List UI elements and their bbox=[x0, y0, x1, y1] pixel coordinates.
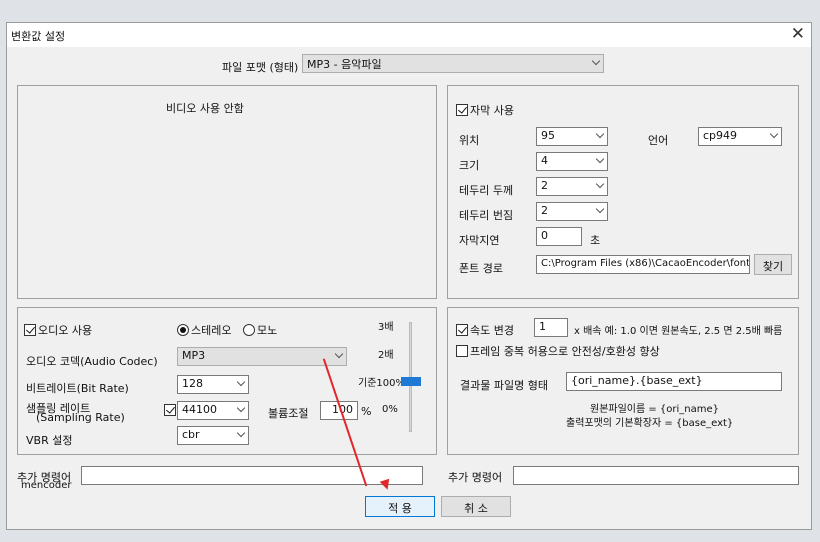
checkbox-icon bbox=[456, 324, 468, 336]
frame-dup-label: 프레임 중복 허용으로 안전성/호환성 향상 bbox=[470, 345, 660, 358]
apply-button[interactable]: 적 용 bbox=[365, 496, 435, 517]
border-blur-label: 테두리 번짐 bbox=[459, 209, 514, 222]
speed-group: 속도 변경 1 x 배속 예: 1.0 이면 원본속도, 2.5 면 2.5배 … bbox=[447, 307, 799, 455]
scale-zero-label: 0% bbox=[382, 404, 398, 415]
dialog-title: 변환값 설정 bbox=[11, 30, 66, 43]
audio-group: 오디오 사용 스테레오 모노 오디오 코덱(Audio Codec) MP3 비… bbox=[17, 307, 437, 455]
audio-enable-label: 오디오 사용 bbox=[38, 324, 93, 337]
border-thickness-select[interactable]: 2 bbox=[536, 177, 608, 196]
border-blur-select[interactable]: 2 bbox=[536, 202, 608, 221]
vbr-select[interactable]: cbr bbox=[177, 426, 249, 445]
bitrate-label: 비트레이트(Bit Rate) bbox=[26, 382, 129, 395]
border-thickness-value: 2 bbox=[541, 179, 548, 192]
font-path-input[interactable]: C:\Program Files (x86)\CacaoEncoder\font bbox=[536, 255, 750, 274]
speed-value: 1 bbox=[539, 320, 546, 333]
delay-unit: 초 bbox=[590, 234, 601, 247]
checkbox-icon bbox=[24, 324, 36, 336]
chevron-down-icon bbox=[595, 154, 605, 164]
scale-2x-label: 2배 bbox=[378, 350, 394, 361]
size-value: 4 bbox=[541, 154, 548, 167]
bitrate-value: 128 bbox=[182, 377, 203, 390]
result-name-label: 결과물 파일명 형태 bbox=[460, 379, 548, 392]
border-blur-value: 2 bbox=[541, 204, 548, 217]
delay-input[interactable]: 0 bbox=[536, 227, 582, 246]
extra-command-input[interactable] bbox=[513, 466, 799, 485]
close-icon[interactable]: ✕ bbox=[791, 24, 805, 44]
cancel-button[interactable]: 취 소 bbox=[441, 496, 511, 517]
position-value: 95 bbox=[541, 129, 555, 142]
subtitle-enable-checkbox[interactable]: 자막 사용 bbox=[456, 102, 514, 118]
result-name-input[interactable]: {ori_name}.{base_ext} bbox=[566, 372, 782, 391]
checkbox-icon bbox=[456, 345, 468, 357]
chevron-down-icon bbox=[595, 129, 605, 139]
scale-base-label: 기준100% bbox=[358, 378, 405, 389]
sampling-select[interactable]: 44100 bbox=[177, 401, 249, 420]
language-value: cp949 bbox=[703, 129, 738, 142]
chevron-down-icon bbox=[591, 56, 601, 66]
extra-command-label: 추가 명령어 bbox=[448, 471, 503, 484]
note-base-ext: 출력포맷의 기본확장자 = {base_ext} bbox=[566, 418, 734, 429]
chevron-down-icon bbox=[236, 403, 246, 413]
format-label: 파일 포맷 (형태) bbox=[222, 61, 299, 74]
codec-label: 오디오 코덱(Audio Codec) bbox=[26, 355, 158, 368]
mono-label: 모노 bbox=[257, 324, 278, 337]
font-path-label: 폰트 경로 bbox=[459, 262, 503, 275]
volume-unit: % bbox=[361, 405, 372, 418]
chevron-down-icon bbox=[334, 349, 344, 359]
chevron-down-icon bbox=[236, 428, 246, 438]
radio-icon bbox=[243, 324, 255, 336]
delay-label: 자막지연 bbox=[459, 234, 500, 247]
speed-enable-label: 속도 변경 bbox=[470, 324, 514, 337]
size-select[interactable]: 4 bbox=[536, 152, 608, 171]
chevron-down-icon bbox=[236, 377, 246, 387]
checkbox-icon bbox=[456, 104, 468, 116]
mono-radio[interactable]: 모노 bbox=[243, 322, 277, 338]
video-disabled-label: 비디오 사용 안함 bbox=[166, 102, 244, 115]
mencoder-sublabel: mencoder bbox=[21, 480, 72, 491]
delay-value: 0 bbox=[541, 229, 548, 242]
chevron-down-icon bbox=[595, 204, 605, 214]
language-label: 언어 bbox=[648, 134, 669, 147]
chevron-down-icon bbox=[769, 129, 779, 139]
frame-dup-checkbox[interactable]: 프레임 중복 허용으로 안전성/호환성 향상 bbox=[456, 343, 660, 359]
stereo-radio[interactable]: 스테레오 bbox=[177, 322, 231, 338]
format-value: MP3 - 음악파일 bbox=[307, 58, 382, 71]
speed-input[interactable]: 1 bbox=[534, 318, 568, 337]
codec-value: MP3 bbox=[182, 349, 206, 362]
checkbox-icon bbox=[164, 404, 176, 416]
video-group: 비디오 사용 안함 bbox=[17, 85, 437, 299]
speed-enable-checkbox[interactable]: 속도 변경 bbox=[456, 322, 514, 338]
audio-enable-checkbox[interactable]: 오디오 사용 bbox=[24, 322, 92, 338]
codec-select[interactable]: MP3 bbox=[177, 347, 347, 366]
bitrate-select[interactable]: 128 bbox=[177, 375, 249, 394]
position-select[interactable]: 95 bbox=[536, 127, 608, 146]
subtitle-enable-label: 자막 사용 bbox=[470, 104, 514, 117]
language-select[interactable]: cp949 bbox=[698, 127, 782, 146]
chevron-down-icon bbox=[595, 179, 605, 189]
settings-dialog: 변환값 설정 ✕ 파일 포맷 (형태) MP3 - 음악파일 비디오 사용 안함… bbox=[6, 22, 812, 530]
font-path-value: C:\Program Files (x86)\CacaoEncoder\font bbox=[541, 258, 750, 269]
position-label: 위치 bbox=[459, 134, 480, 147]
sampling-checkbox[interactable] bbox=[164, 404, 178, 417]
sampling-value: 44100 bbox=[182, 403, 217, 416]
title-bar: 변환값 설정 ✕ bbox=[7, 23, 811, 47]
border-thickness-label: 테두리 두께 bbox=[459, 184, 514, 197]
note-ori-name: 원본파일이름 = {ori_name} bbox=[590, 404, 720, 415]
subtitle-group: 자막 사용 위치 95 언어 cp949 크기 4 테두리 두께 2 테두리 번… bbox=[447, 85, 799, 299]
sampling-sublabel: (Sampling Rate) bbox=[36, 411, 125, 424]
size-label: 크기 bbox=[459, 159, 480, 172]
radio-icon bbox=[177, 324, 189, 336]
stereo-label: 스테레오 bbox=[191, 324, 232, 337]
browse-button[interactable]: 찾기 bbox=[754, 254, 792, 275]
volume-slider-thumb[interactable] bbox=[401, 377, 421, 386]
mencoder-input[interactable] bbox=[81, 466, 423, 485]
vbr-label: VBR 설정 bbox=[26, 434, 73, 447]
format-select[interactable]: MP3 - 음악파일 bbox=[302, 54, 604, 73]
volume-label: 볼륨조절 bbox=[268, 407, 309, 420]
vbr-value: cbr bbox=[182, 428, 200, 441]
result-name-value: {ori_name}.{base_ext} bbox=[571, 374, 703, 387]
scale-3x-label: 3배 bbox=[378, 322, 394, 333]
speed-hint: x 배속 예: 1.0 이면 원본속도, 2.5 면 2.5배 빠름 bbox=[574, 326, 783, 337]
